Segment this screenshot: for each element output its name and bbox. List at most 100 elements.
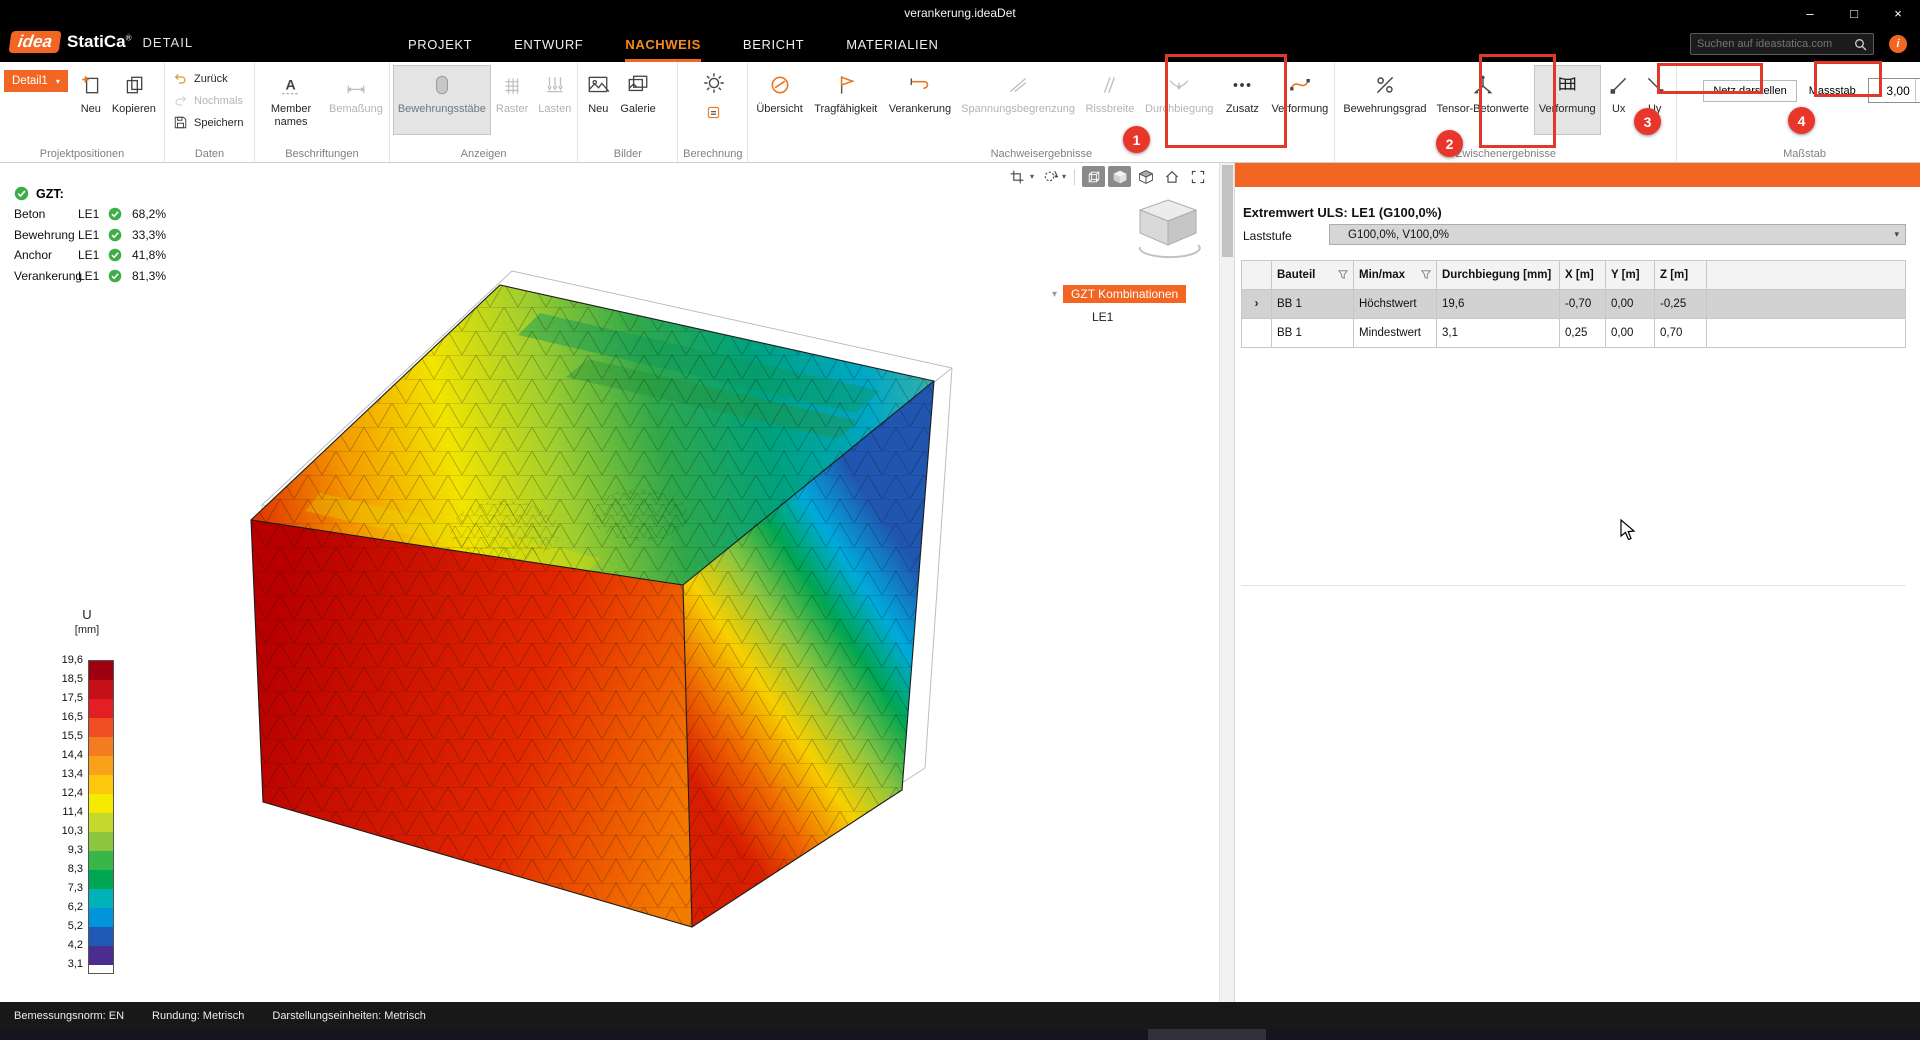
check-ok-icon	[108, 228, 132, 242]
netz-darstellen-toggle[interactable]: Netz darstellen	[1703, 80, 1796, 102]
spannungsbegrenzung-button: Spannungsbegrenzung	[957, 66, 1079, 134]
deformation-curve-icon	[1288, 70, 1312, 100]
rebar-icon	[430, 70, 454, 100]
orbit-icon[interactable]	[1038, 166, 1061, 187]
label-a-icon: A	[279, 70, 303, 100]
check-ok-icon	[108, 269, 132, 283]
scale-value[interactable]: 3,00	[1869, 79, 1915, 102]
svg-text:A: A	[286, 77, 296, 93]
table-row[interactable]: BB 1 Mindestwert 3,1 0,25 0,00 0,70	[1242, 319, 1905, 348]
overview-icon	[768, 70, 792, 100]
image-icon	[586, 70, 610, 100]
wireframe-cube-icon[interactable]	[1082, 166, 1105, 187]
group-label: Zwischenergebnisse	[1335, 148, 1676, 160]
chevron-down-icon[interactable]: ▾	[1062, 172, 1066, 181]
tree-item-le1[interactable]: LE1	[1092, 310, 1186, 324]
member-names-button[interactable]: A Member names	[259, 66, 323, 134]
col-y[interactable]: Y [m]	[1606, 261, 1655, 290]
search-input[interactable]	[1697, 38, 1848, 50]
speichern-button[interactable]: Speichern	[169, 113, 248, 132]
menu-nachweis[interactable]: NACHWEIS	[625, 26, 701, 62]
close-button[interactable]: ×	[1876, 0, 1920, 26]
verformung-check-button[interactable]: Verformung	[1267, 66, 1332, 134]
laststufe-select[interactable]: G100,0%, V100,0% ▾	[1329, 224, 1906, 245]
summary-title: GZT:	[36, 187, 64, 201]
col-bauteil[interactable]: Bauteil	[1272, 261, 1354, 290]
results-table: Bauteil Min/max Durchbiegung [mm] X [m] …	[1241, 260, 1906, 348]
ribbon-group-berechnung: Berechnung	[678, 62, 748, 162]
lasten-button: Lasten	[534, 66, 575, 134]
calculation-settings-icon[interactable]	[705, 104, 722, 121]
extreme-value-title: Extremwert ULS: LE1 (G100,0%)	[1243, 205, 1442, 220]
tragfaehigkeit-button[interactable]: Tragfähigkeit	[809, 66, 883, 134]
search-icon[interactable]	[1854, 38, 1867, 51]
tree-item-gzt-kombinationen[interactable]: GZT Kombinationen	[1063, 285, 1186, 303]
uebersicht-button[interactable]: Übersicht	[752, 66, 806, 134]
minimize-button[interactable]: –	[1788, 0, 1832, 26]
neu-position-button[interactable]: Neu	[76, 66, 106, 134]
fem-mesh-3d-view	[0, 163, 1219, 1002]
col-x[interactable]: X [m]	[1560, 261, 1606, 290]
menu-materialien[interactable]: MATERIALIEN	[846, 26, 938, 62]
annotation-badge-2: 2	[1436, 130, 1463, 157]
col-minmax[interactable]: Min/max	[1354, 261, 1437, 290]
ribbon-group-beschriftungen: A Member names Bemaßung Beschriftungen	[255, 62, 390, 162]
home-icon[interactable]	[1160, 166, 1183, 187]
crop-icon[interactable]	[1006, 166, 1029, 187]
color-legend: U [mm] 19,618,5 17,516,5 15,514,4 13,412…	[52, 607, 122, 974]
window-controls: – □ ×	[1788, 0, 1920, 26]
dots-icon	[1230, 70, 1254, 100]
maximize-button[interactable]: □	[1832, 0, 1876, 26]
spinner-down-icon[interactable]: ▾	[1916, 91, 1920, 103]
navigation-cube[interactable]	[1126, 193, 1210, 259]
menu-projekt[interactable]: PROJEKT	[408, 26, 472, 62]
verankerung-button[interactable]: Verankerung	[885, 66, 955, 134]
summary-row-bewehrung: Bewehrung LE1 33,3%	[14, 225, 166, 246]
bewehrungsstaebe-toggle[interactable]: Bewehrungsstäbe	[394, 66, 490, 134]
gear-icon[interactable]	[701, 70, 727, 96]
spinner-up-icon[interactable]: ▴	[1916, 79, 1920, 91]
group-label: Bilder	[578, 148, 677, 160]
shaded-cube-icon[interactable]	[1108, 166, 1131, 187]
galerie-button[interactable]: Galerie	[616, 66, 659, 134]
zusatz-button[interactable]: Zusatz	[1219, 66, 1265, 134]
group-label: Maßstab	[1677, 148, 1920, 160]
tensor-betonwerte-button[interactable]: Tensor-Betonwerte	[1432, 66, 1532, 134]
grid-icon	[501, 70, 523, 100]
dimension-icon	[345, 70, 367, 100]
ux-button[interactable]: Ux	[1602, 66, 1636, 134]
row-indicator-header	[1242, 261, 1272, 290]
col-z[interactable]: Z [m]	[1655, 261, 1707, 290]
zurueck-button[interactable]: Zurück	[169, 69, 248, 88]
verformung-mesh-button[interactable]: Verformung	[1535, 66, 1600, 134]
model-viewport[interactable]: GZT: Beton LE1 68,2% Bewehrung LE1 33,3%…	[0, 163, 1219, 1002]
logo-idea-badge: idea	[8, 31, 61, 53]
bewehrungsgrad-button[interactable]: Bewehrungsgrad	[1339, 66, 1430, 134]
face-cube-icon[interactable]	[1134, 166, 1157, 187]
app-logo: idea StatiCa® DETAIL	[10, 31, 193, 53]
group-label: Berechnung	[678, 148, 747, 160]
scrollbar-thumb[interactable]	[1222, 165, 1233, 257]
kopieren-button[interactable]: Kopieren	[108, 66, 160, 134]
status-bar: Bemessungsnorm: EN Rundung: Metrisch Dar…	[0, 1002, 1920, 1029]
menu-bericht[interactable]: BERICHT	[743, 26, 804, 62]
filter-icon[interactable]	[1338, 270, 1348, 280]
group-label: Nachweisergebnisse	[748, 148, 1334, 160]
chevron-down-icon[interactable]: ▾	[1052, 289, 1057, 300]
scale-spinner[interactable]: 3,00 ▴ ▾	[1868, 78, 1920, 103]
detail1-dropdown[interactable]: Detail1▾	[4, 70, 68, 92]
vertical-scrollbar[interactable]	[1219, 163, 1234, 1002]
table-row[interactable]: › BB 1 Höchstwert 19,6 -0,70 0,00 -0,25	[1242, 290, 1905, 319]
col-durchbiegung[interactable]: Durchbiegung [mm]	[1437, 261, 1560, 290]
chevron-down-icon[interactable]: ▾	[1030, 172, 1034, 181]
info-icon[interactable]: i	[1889, 35, 1907, 53]
summary-row-verankerung: Verankerung LE1 81,3%	[14, 266, 166, 287]
neu-bild-button[interactable]: Neu	[582, 66, 614, 134]
tensor-axes-icon	[1471, 70, 1495, 100]
menu-entwurf[interactable]: ENTWURF	[514, 26, 583, 62]
panel-header-bar[interactable]	[1235, 163, 1920, 187]
filter-icon[interactable]	[1421, 270, 1431, 280]
view-toolbar: ▾ ▾	[1006, 166, 1209, 187]
ux-icon	[1608, 70, 1630, 100]
fit-view-icon[interactable]	[1186, 166, 1209, 187]
